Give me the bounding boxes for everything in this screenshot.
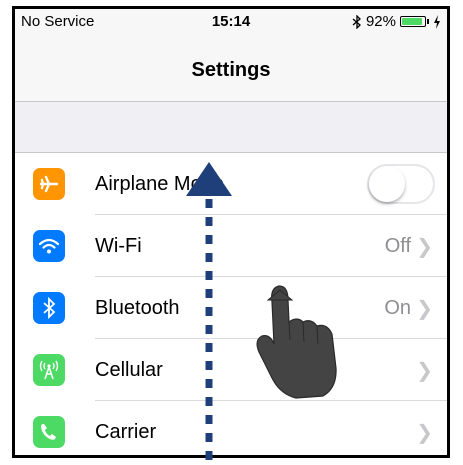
bluetooth-status-icon [352, 14, 361, 29]
row-label: Carrier [95, 420, 157, 443]
page-title: Settings [191, 59, 271, 81]
battery-nub [427, 19, 429, 24]
wifi-icon [33, 230, 65, 262]
row-label: Bluetooth [95, 296, 180, 319]
chevron-right-icon: ❯ [416, 421, 433, 444]
row-label: Cellular [95, 358, 163, 381]
bluetooth-row[interactable]: Bluetooth On ❯ [15, 277, 447, 339]
airplane-icon [33, 168, 65, 200]
battery-fill [402, 18, 423, 25]
airplane-mode-toggle[interactable] [367, 164, 435, 204]
airplane-mode-row[interactable]: Airplane Mode [15, 153, 447, 215]
settings-screen: No Service 15:14 92% Settings Airplane M… [12, 6, 450, 458]
battery-icon [400, 16, 426, 27]
chevron-right-icon: ❯ [416, 235, 433, 258]
bluetooth-icon [33, 292, 65, 324]
row-label: Airplane Mode [95, 172, 224, 195]
phone-icon [33, 416, 65, 448]
battery-percent: 92% [365, 13, 396, 30]
row-label: Wi-Fi [95, 234, 142, 257]
cellular-icon [33, 354, 65, 386]
status-right: 92% [352, 13, 441, 30]
charging-icon [434, 14, 440, 29]
bluetooth-value: On [384, 296, 411, 319]
wifi-row[interactable]: Wi-Fi Off ❯ [15, 215, 447, 277]
settings-group: Airplane Mode Wi-Fi Off ❯ Bluetooth On ❯… [15, 152, 447, 455]
toggle-knob [369, 166, 405, 202]
chevron-right-icon: ❯ [416, 297, 433, 320]
navigation-bar: Settings [15, 31, 447, 102]
carrier-row[interactable]: Carrier ❯ [15, 401, 447, 455]
status-bar: No Service 15:14 92% [15, 9, 447, 31]
chevron-right-icon: ❯ [416, 359, 433, 382]
cellular-row[interactable]: Cellular ❯ [15, 339, 447, 401]
wifi-value: Off [384, 234, 411, 257]
